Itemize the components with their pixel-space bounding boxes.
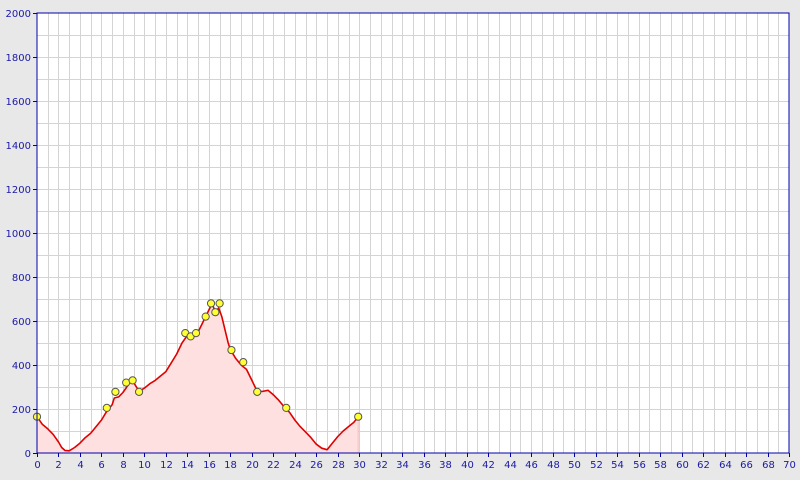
x-tick-label: 38 xyxy=(439,460,452,471)
x-tick-label: 62 xyxy=(697,460,710,471)
y-tick-label: 800 xyxy=(12,273,31,284)
y-tick-label: 1400 xyxy=(6,141,31,152)
x-tick-label: 2 xyxy=(55,460,61,471)
x-tick-label: 26 xyxy=(310,460,323,471)
x-tick-label: 48 xyxy=(547,460,560,471)
data-point-marker xyxy=(102,403,111,412)
x-tick-label: 28 xyxy=(332,460,345,471)
data-point-marker xyxy=(253,387,262,396)
data-point-marker xyxy=(211,308,220,317)
data-point-marker xyxy=(282,403,291,412)
x-tick-label: 6 xyxy=(98,460,104,471)
x-tick-label: 4 xyxy=(77,460,83,471)
y-tick-label: 200 xyxy=(12,405,31,416)
y-tick-label: 400 xyxy=(12,361,31,372)
x-tick-label: 36 xyxy=(418,460,431,471)
x-tick-label: 10 xyxy=(138,460,151,471)
x-tick-label: 58 xyxy=(654,460,667,471)
x-tick-label: 64 xyxy=(719,460,732,471)
x-tick-label: 34 xyxy=(396,460,409,471)
x-tick-label: 60 xyxy=(676,460,689,471)
x-tick-label: 18 xyxy=(224,460,237,471)
x-tick-label: 42 xyxy=(482,460,495,471)
x-tick-label: 40 xyxy=(461,460,474,471)
x-tick-label: 54 xyxy=(611,460,624,471)
x-tick-label: 14 xyxy=(181,460,194,471)
x-tick-label: 22 xyxy=(267,460,280,471)
x-tick-label: 12 xyxy=(160,460,173,471)
x-tick-label: 0 xyxy=(34,460,40,471)
x-tick-label: 24 xyxy=(289,460,302,471)
y-tick-label: 1200 xyxy=(6,185,31,196)
x-tick-label: 68 xyxy=(762,460,775,471)
data-point-marker xyxy=(111,387,120,396)
x-tick-label: 70 xyxy=(783,460,796,471)
data-point-marker xyxy=(134,387,144,396)
y-tick-label: 1000 xyxy=(6,229,31,240)
x-tick-label: 44 xyxy=(504,460,517,471)
x-tick-label: 32 xyxy=(375,460,388,471)
data-point-marker xyxy=(206,299,216,308)
y-tick-label: 1600 xyxy=(6,97,31,108)
data-point-marker xyxy=(201,312,210,321)
x-tick-label: 52 xyxy=(590,460,603,471)
data-point-marker xyxy=(128,376,137,385)
x-tick-label: 56 xyxy=(633,460,646,471)
y-tick-label: 2000 xyxy=(6,9,31,20)
y-tick-label: 600 xyxy=(12,317,31,328)
x-tick-label: 8 xyxy=(120,460,126,471)
x-tick-label: 16 xyxy=(203,460,216,471)
x-tick-label: 30 xyxy=(353,460,366,471)
data-point-marker xyxy=(191,329,201,338)
y-tick-label: 1800 xyxy=(6,53,31,64)
data-point-marker xyxy=(354,412,363,421)
x-tick-label: 46 xyxy=(525,460,538,471)
x-tick-label: 20 xyxy=(246,460,259,471)
x-tick-label: 66 xyxy=(740,460,753,471)
elevation-chart: 0 2 4 6 8 10 12 14 16 18 20 22 24 26 28 30 32 34 36 38 40 42 4… xyxy=(0,0,800,480)
data-point-marker xyxy=(215,299,224,308)
x-tick-label: 50 xyxy=(568,460,581,471)
data-point-marker xyxy=(239,358,248,367)
y-tick-label: 0 xyxy=(25,449,31,460)
data-point-marker xyxy=(227,345,236,355)
